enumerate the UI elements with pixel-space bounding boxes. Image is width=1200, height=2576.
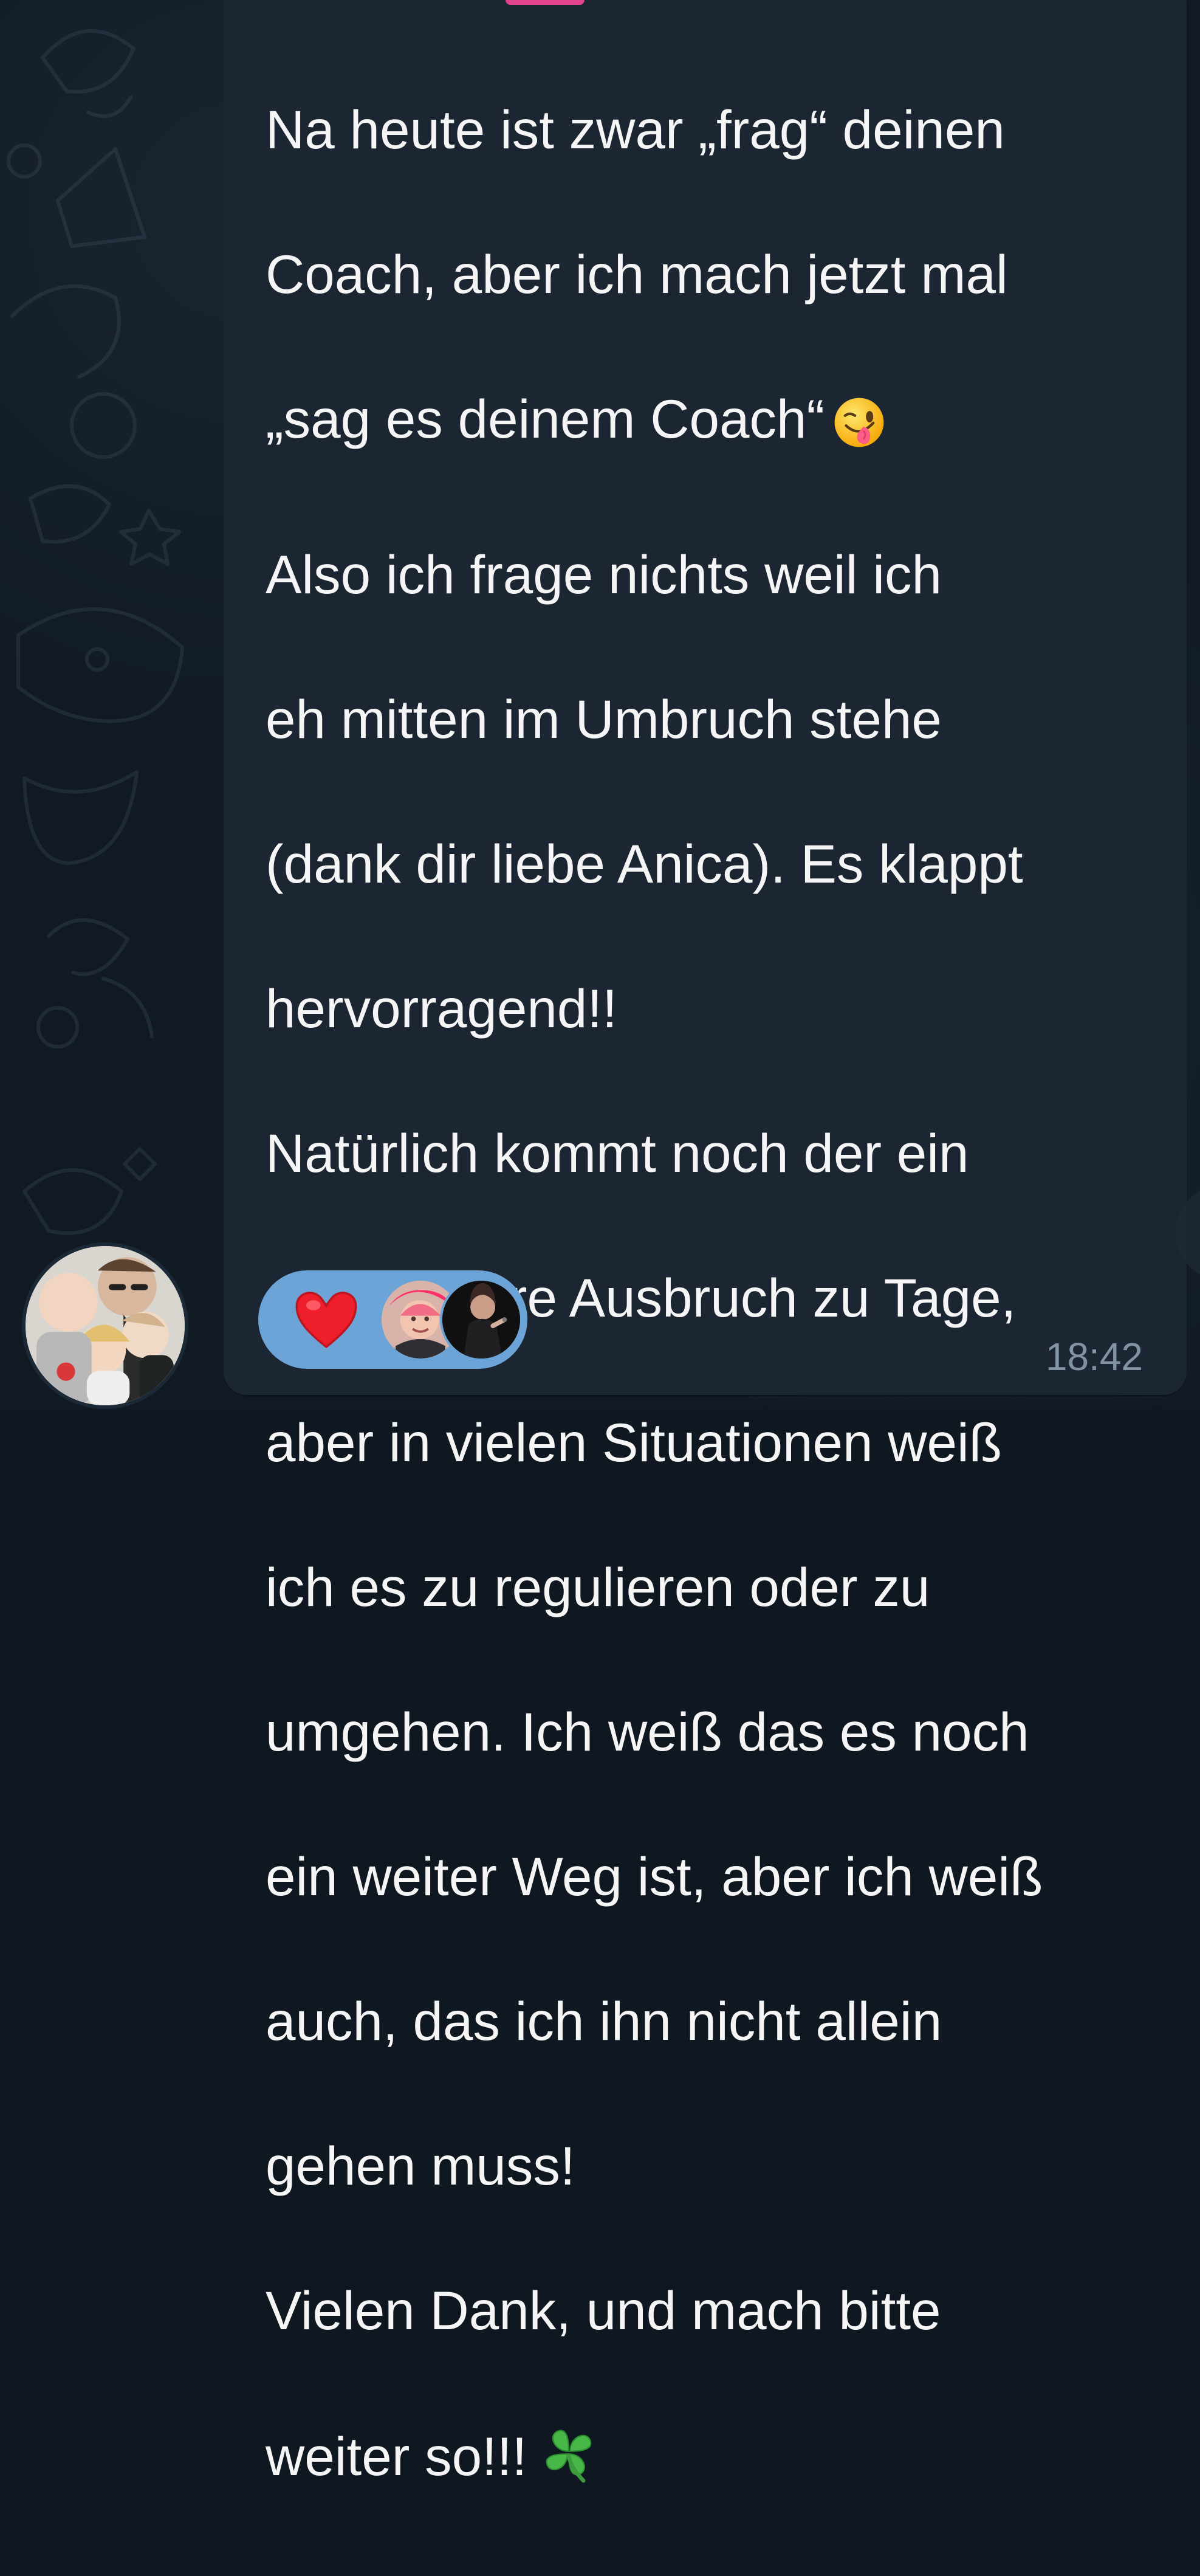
message-line: eh mitten im Umbruch stehe — [266, 689, 942, 749]
message-timestamp: 18:42 — [1045, 1335, 1143, 1379]
message-line: Na heute ist zwar „frag“ deinen — [266, 99, 1005, 160]
message-line: gehen muss! — [266, 2135, 575, 2196]
sender-avatar[interactable] — [22, 1242, 188, 1409]
message-line: Also ich frage nichts weil ich — [266, 544, 942, 605]
message-line: (dank dir liebe Anica). Es klappt — [266, 833, 1023, 894]
message-line: „sag es deinem Coach“ — [266, 388, 825, 449]
sender-name-accent — [506, 0, 585, 5]
message-line: ein weiter Weg ist, aber ich weiß — [266, 1846, 1043, 1907]
message-line: Coach, aber ich mach jetzt mal — [266, 244, 1008, 305]
message-line: aber in vielen Situationen weiß — [266, 1412, 1003, 1473]
message-line-with-emoji: „sag es deinem Coach“ — [266, 383, 1140, 466]
message-line: umgehen. Ich weiß das es noch — [266, 1701, 1029, 1762]
red-heart-icon — [295, 1292, 357, 1349]
four-leaf-clover-icon — [535, 2419, 602, 2504]
message-line: Natürlich kommt noch der ein — [266, 1123, 969, 1183]
reactor-avatar[interactable] — [440, 1278, 523, 1361]
winking-face-with-tongue-icon — [833, 394, 885, 466]
message-line: Vielen Dank, und mach bitte — [266, 2280, 941, 2341]
message-line: weiter so!!! — [266, 2426, 527, 2487]
message-line-with-emoji: weiter so!!! — [266, 2419, 1140, 2504]
message-line: hervorragend!! — [266, 978, 617, 1039]
message-line: ich es zu regulieren oder zu — [266, 1557, 930, 1617]
message-line: auch, das ich ihn nicht allein — [266, 1991, 942, 2051]
